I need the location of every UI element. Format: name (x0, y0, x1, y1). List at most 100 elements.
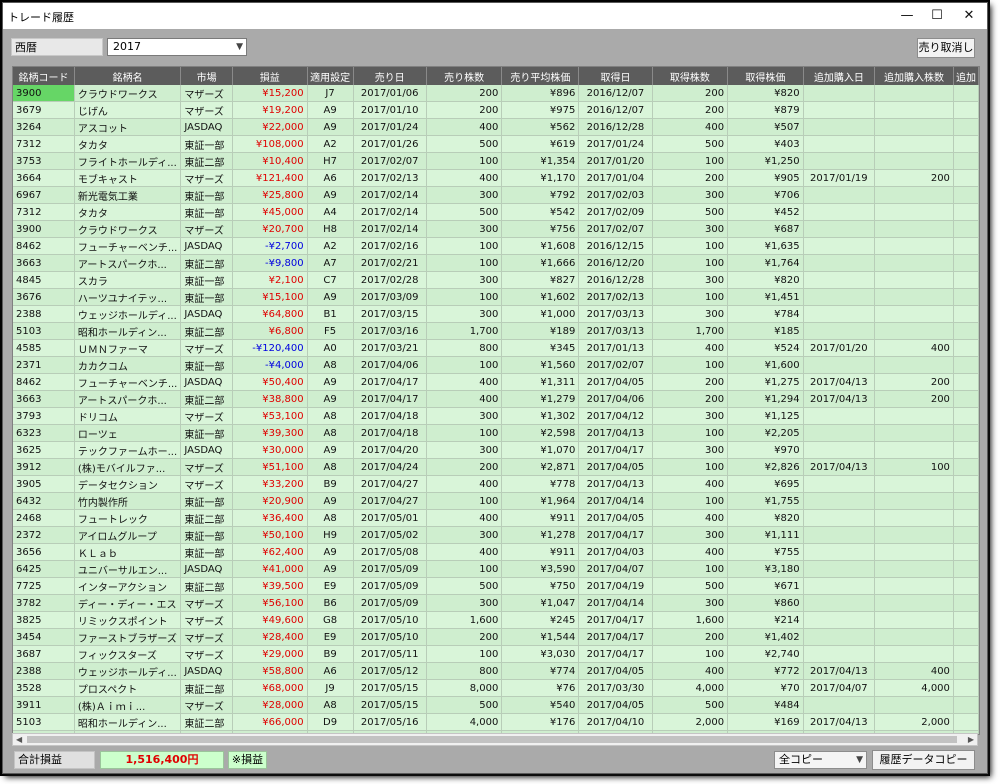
table-cell[interactable]: フィックスターズ (74, 645, 182, 663)
table-cell[interactable]: 2017/04/17 (353, 390, 427, 408)
table-cell[interactable] (803, 118, 876, 136)
table-cell[interactable] (953, 424, 979, 442)
table-cell[interactable]: 2017/04/17 (578, 526, 653, 544)
table-cell[interactable]: 100 (652, 458, 729, 476)
table-cell[interactable]: 400 (652, 339, 729, 357)
table-cell[interactable]: ¥30,000 (232, 441, 308, 459)
table-cell[interactable]: 100 (426, 424, 503, 442)
table-cell[interactable]: 2017/04/17 (578, 628, 653, 646)
table-cell[interactable]: A4 (307, 203, 354, 221)
table-cell[interactable]: JASDAQ (180, 305, 233, 323)
table-cell[interactable] (953, 645, 979, 663)
table-cell[interactable]: 2017/04/18 (353, 407, 427, 425)
table-cell[interactable]: 東証二部 (180, 152, 233, 170)
scroll-left-icon[interactable]: ◀ (16, 734, 22, 745)
table-cell[interactable]: 6323 (13, 424, 75, 442)
table-cell[interactable]: 2017/04/17 (578, 441, 653, 459)
table-cell[interactable]: 100 (874, 458, 954, 476)
table-cell[interactable]: 5103 (13, 322, 75, 340)
table-cell[interactable]: 2016/12/07 (578, 85, 653, 102)
table-cell[interactable]: ¥39,500 (232, 577, 308, 595)
table-cell[interactable]: ¥687 (727, 220, 804, 238)
table-cell[interactable]: ¥33,200 (232, 475, 308, 493)
table-row[interactable]: 5103 昭和ホールディン... 東証二部 ¥6,800 F5 2017/03/16 1,7… (13, 322, 979, 340)
table-cell[interactable] (874, 560, 954, 578)
table-row[interactable]: 7312 タカタ 東証一部 ¥45,000 A4 2017/02/14 500 ¥542 201… (13, 203, 979, 221)
table-cell[interactable]: 300 (652, 594, 729, 612)
table-cell[interactable] (874, 475, 954, 493)
table-cell[interactable]: ¥2,205 (727, 424, 804, 442)
table-row[interactable]: 3454 ファーストブラザーズ マザーズ ¥28,400 E9 2017/05/10 200… (13, 628, 979, 646)
table-cell[interactable] (803, 441, 876, 459)
table-cell[interactable]: 2017/02/14 (353, 186, 427, 204)
table-cell[interactable] (953, 390, 979, 408)
table-cell[interactable]: ¥706 (727, 186, 804, 204)
table-cell[interactable]: JASDAQ (180, 118, 233, 136)
table-cell[interactable]: 4,000 (426, 713, 503, 731)
column-header[interactable]: 銘柄コード (13, 67, 75, 85)
table-cell[interactable] (953, 220, 979, 238)
table-cell[interactable]: ¥53,100 (232, 407, 308, 425)
table-cell[interactable]: 300 (426, 407, 503, 425)
table-cell[interactable] (953, 560, 979, 578)
table-cell[interactable]: ¥36,400 (232, 509, 308, 527)
table-cell[interactable]: 2017/05/09 (353, 594, 427, 612)
table-cell[interactable] (803, 186, 876, 204)
table-cell[interactable]: ¥29,000 (232, 645, 308, 663)
table-cell[interactable]: 2017/03/21 (353, 339, 427, 357)
table-cell[interactable]: G8 (307, 611, 354, 629)
table-cell[interactable]: アスコット (74, 118, 182, 136)
table-cell[interactable]: ¥542 (501, 203, 580, 221)
table-row[interactable]: 3905 データセクション マザーズ ¥33,200 B9 2017/04/27 400 ¥7… (13, 475, 979, 493)
table-row[interactable]: 2372 アイロムグループ 東証一部 ¥50,100 H9 2017/05/02 300 ¥1… (13, 526, 979, 544)
table-cell[interactable]: 昭和ホールディン... (74, 713, 182, 731)
table-cell[interactable]: 200 (426, 458, 503, 476)
table-cell[interactable] (953, 696, 979, 714)
table-cell[interactable]: マザーズ (180, 407, 233, 425)
table-cell[interactable]: A9 (307, 560, 354, 578)
table-cell[interactable]: ¥58,800 (232, 662, 308, 680)
table-cell[interactable]: 400 (426, 543, 503, 561)
cancel-sell-button[interactable]: 売り取消し (917, 38, 975, 58)
table-cell[interactable]: 3663 (13, 390, 75, 408)
table-cell[interactable]: 2017/04/13 (578, 475, 653, 493)
table-cell[interactable]: 東証二部 (180, 713, 233, 731)
table-cell[interactable]: 新光電気工業 (74, 186, 182, 204)
table-cell[interactable]: 2017/04/20 (353, 441, 427, 459)
table-cell[interactable]: A8 (307, 424, 354, 442)
table-cell[interactable]: -¥2,700 (232, 237, 308, 255)
table-cell[interactable]: ¥19,200 (232, 101, 308, 119)
table-cell[interactable]: ¥671 (727, 577, 804, 595)
table-row[interactable]: 2468 フュートレック 東証二部 ¥36,400 A8 2017/05/01 400 ¥91… (13, 509, 979, 527)
table-cell[interactable] (874, 203, 954, 221)
table-cell[interactable]: C7 (307, 271, 354, 289)
table-cell[interactable]: 3905 (13, 475, 75, 493)
table-row[interactable]: 3676 ハーツユナイテッ... 東証一部 ¥15,100 A9 2017/03/09 10… (13, 288, 979, 306)
table-cell[interactable]: ¥76 (501, 679, 580, 697)
table-cell[interactable]: 2017/01/26 (353, 135, 427, 153)
table-cell[interactable]: ¥755 (727, 543, 804, 561)
table-cell[interactable]: 100 (426, 356, 503, 374)
table-cell[interactable]: ¥45,000 (232, 203, 308, 221)
table-cell[interactable]: 100 (426, 254, 503, 272)
table-cell[interactable]: ¥1,764 (727, 254, 804, 272)
table-cell[interactable]: A9 (307, 288, 354, 306)
table-cell[interactable]: 2,000 (652, 713, 729, 731)
table-cell[interactable]: スカラ (74, 271, 182, 289)
table-row[interactable]: 3656 ＫＬａｂ 東証一部 ¥62,400 A9 2017/05/08 400 ¥911 20… (13, 543, 979, 561)
table-cell[interactable]: A9 (307, 492, 354, 510)
table-cell[interactable]: ¥1,070 (501, 441, 580, 459)
table-cell[interactable]: A0 (307, 339, 354, 357)
table-cell[interactable]: 2017/05/08 (353, 543, 427, 561)
table-cell[interactable]: ¥2,100 (232, 271, 308, 289)
table-cell[interactable]: プロスペクト (74, 679, 182, 697)
table-cell[interactable] (803, 135, 876, 153)
table-cell[interactable]: A9 (307, 441, 354, 459)
table-cell[interactable]: A2 (307, 135, 354, 153)
table-cell[interactable]: 2017/01/06 (353, 85, 427, 102)
table-cell[interactable]: じげん (74, 101, 182, 119)
table-row[interactable]: 3663 アートスパークホ... 東証二部 ¥38,800 A9 2017/04/17 40… (13, 390, 979, 408)
table-cell[interactable] (803, 492, 876, 510)
table-cell[interactable]: 2017/04/03 (578, 543, 653, 561)
column-header[interactable]: 取得株価 (727, 67, 804, 85)
